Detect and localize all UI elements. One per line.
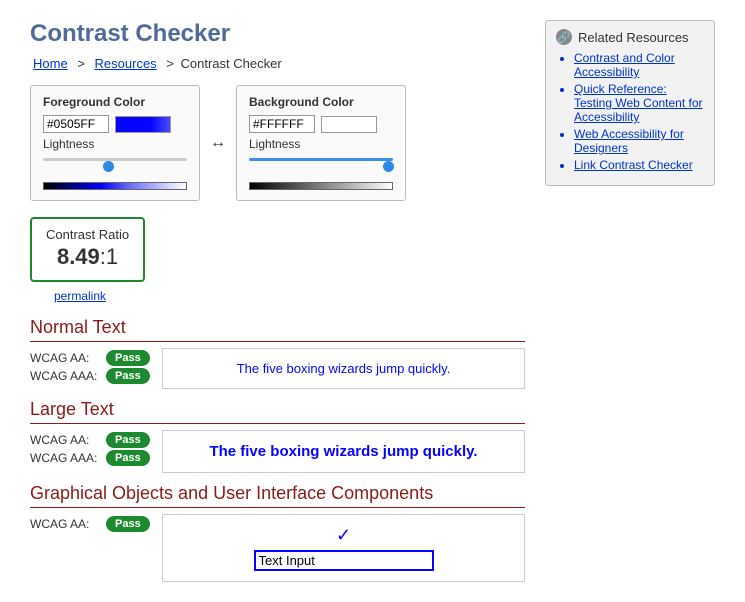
breadcrumb-current: Contrast Checker — [181, 56, 282, 71]
normal-aa-badge: Pass — [106, 350, 150, 366]
background-lightness-label: Lightness — [249, 137, 393, 151]
related-header: Related Resources — [578, 30, 689, 45]
foreground-lightness-slider[interactable] — [43, 158, 187, 178]
contrast-ratio-title: Contrast Ratio — [46, 227, 129, 242]
foreground-card: Foreground Color Lightness — [30, 85, 200, 201]
related-link[interactable]: Link Contrast Checker — [574, 158, 693, 172]
contrast-ratio-value: 8.49:1 — [46, 244, 129, 270]
normal-aa-label: WCAG AA: — [30, 351, 98, 365]
breadcrumb: Home > Resources > Contrast Checker — [30, 56, 525, 71]
checkmark-icon: ✓ — [336, 525, 351, 546]
breadcrumb-home[interactable]: Home — [33, 56, 68, 71]
background-lightness-slider[interactable] — [249, 158, 393, 178]
section-large-text: Large Text — [30, 399, 525, 424]
related-resources-box: 🔗 Related Resources Contrast and Color A… — [545, 20, 715, 186]
background-hue-bar[interactable] — [249, 182, 393, 190]
link-icon: 🔗 — [556, 29, 572, 45]
related-link[interactable]: Quick Reference: Testing Web Content for… — [574, 82, 703, 124]
breadcrumb-sep: > — [166, 56, 174, 71]
normal-aaa-label: WCAG AAA: — [30, 369, 98, 383]
normal-aaa-badge: Pass — [106, 368, 150, 384]
permalink-link[interactable]: permalink — [54, 289, 106, 303]
swap-colors-icon[interactable]: ↔ — [210, 134, 226, 152]
large-aa-badge: Pass — [106, 432, 150, 448]
main-content: Contrast Checker Home > Resources > Cont… — [30, 20, 525, 582]
foreground-lightness-label: Lightness — [43, 137, 187, 151]
foreground-hue-bar[interactable] — [43, 182, 187, 190]
section-ui-components: Graphical Objects and User Interface Com… — [30, 483, 525, 508]
background-hex-input[interactable] — [249, 115, 315, 133]
background-title: Background Color — [249, 95, 354, 109]
background-card: Background Color Lightness — [236, 85, 406, 201]
foreground-hex-input[interactable] — [43, 115, 109, 133]
demo-text-input[interactable] — [254, 550, 434, 571]
large-text-sample[interactable]: The five boxing wizards jump quickly. — [162, 430, 525, 473]
large-aaa-label: WCAG AAA: — [30, 451, 98, 465]
breadcrumb-sep: > — [77, 56, 85, 71]
foreground-title: Foreground Color — [43, 95, 145, 109]
large-aaa-badge: Pass — [106, 450, 150, 466]
foreground-swatch[interactable] — [115, 116, 171, 133]
large-aa-label: WCAG AA: — [30, 433, 98, 447]
page-title: Contrast Checker — [30, 20, 525, 48]
ui-aa-badge: Pass — [106, 516, 150, 532]
related-link[interactable]: Web Accessibility for Designers — [574, 127, 684, 155]
section-normal-text: Normal Text — [30, 317, 525, 342]
background-swatch[interactable] — [321, 116, 377, 133]
breadcrumb-resources[interactable]: Resources — [95, 56, 157, 71]
normal-text-sample[interactable]: The five boxing wizards jump quickly. — [162, 348, 525, 389]
ui-sample-box: ✓ — [162, 514, 525, 582]
ui-aa-label: WCAG AA: — [30, 517, 98, 531]
related-link[interactable]: Contrast and Color Accessibility — [574, 51, 675, 79]
contrast-ratio-box: Contrast Ratio 8.49:1 — [30, 217, 145, 282]
